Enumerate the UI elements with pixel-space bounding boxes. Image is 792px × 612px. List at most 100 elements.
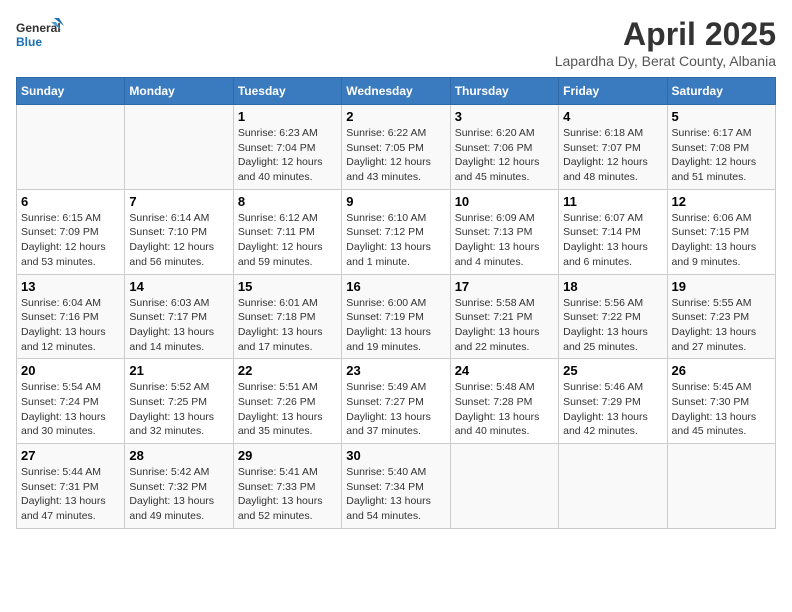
logo-svg: General Blue xyxy=(16,16,66,58)
day-number: 16 xyxy=(346,279,445,294)
day-info: Sunrise: 5:40 AMSunset: 7:34 PMDaylight:… xyxy=(346,465,445,524)
calendar-cell xyxy=(450,444,558,529)
calendar-weekday-header: Monday xyxy=(125,78,233,105)
calendar-cell: 16 Sunrise: 6:00 AMSunset: 7:19 PMDayligh… xyxy=(342,274,450,359)
calendar-cell: 15 Sunrise: 6:01 AMSunset: 7:18 PMDayligh… xyxy=(233,274,341,359)
day-number: 17 xyxy=(455,279,554,294)
day-number: 1 xyxy=(238,109,337,124)
day-info: Sunrise: 6:20 AMSunset: 7:06 PMDaylight:… xyxy=(455,126,554,185)
logo: General Blue xyxy=(16,16,66,58)
calendar-cell: 27 Sunrise: 5:44 AMSunset: 7:31 PMDayligh… xyxy=(17,444,125,529)
calendar-cell: 10 Sunrise: 6:09 AMSunset: 7:13 PMDayligh… xyxy=(450,189,558,274)
calendar-weekday-header: Tuesday xyxy=(233,78,341,105)
day-info: Sunrise: 5:49 AMSunset: 7:27 PMDaylight:… xyxy=(346,380,445,439)
day-info: Sunrise: 6:10 AMSunset: 7:12 PMDaylight:… xyxy=(346,211,445,270)
day-info: Sunrise: 5:41 AMSunset: 7:33 PMDaylight:… xyxy=(238,465,337,524)
calendar-cell: 22Sunrise: 5:51 AMSunset: 7:26 PMDayligh… xyxy=(233,359,341,444)
calendar-header-row: SundayMondayTuesdayWednesdayThursdayFrid… xyxy=(17,78,776,105)
day-number: 13 xyxy=(21,279,120,294)
day-info: Sunrise: 6:12 AMSunset: 7:11 PMDaylight:… xyxy=(238,211,337,270)
calendar-cell xyxy=(17,105,125,190)
calendar-cell: 3 Sunrise: 6:20 AMSunset: 7:06 PMDaylight… xyxy=(450,105,558,190)
calendar-cell: 26 Sunrise: 5:45 AMSunset: 7:30 PMDayligh… xyxy=(667,359,775,444)
day-info: Sunrise: 6:04 AMSunset: 7:16 PMDaylight:… xyxy=(21,296,120,355)
calendar-cell: 1 Sunrise: 6:23 AMSunset: 7:04 PMDaylight… xyxy=(233,105,341,190)
day-info: Sunrise: 6:00 AMSunset: 7:19 PMDaylight:… xyxy=(346,296,445,355)
calendar-cell: 30 Sunrise: 5:40 AMSunset: 7:34 PMDayligh… xyxy=(342,444,450,529)
calendar-cell xyxy=(667,444,775,529)
calendar-weekday-header: Sunday xyxy=(17,78,125,105)
day-info: Sunrise: 6:09 AMSunset: 7:13 PMDaylight:… xyxy=(455,211,554,270)
calendar-cell: 29 Sunrise: 5:41 AMSunset: 7:33 PMDayligh… xyxy=(233,444,341,529)
location-title: Lapardha Dy, Berat County, Albania xyxy=(555,53,776,69)
day-number: 28 xyxy=(129,448,228,463)
day-info: Sunrise: 6:03 AMSunset: 7:17 PMDaylight:… xyxy=(129,296,228,355)
calendar-cell: 13 Sunrise: 6:04 AMSunset: 7:16 PMDayligh… xyxy=(17,274,125,359)
day-info: Sunrise: 6:07 AMSunset: 7:14 PMDaylight:… xyxy=(563,211,662,270)
calendar-weekday-header: Saturday xyxy=(667,78,775,105)
day-number: 22 xyxy=(238,363,337,378)
calendar-cell: 9 Sunrise: 6:10 AMSunset: 7:12 PMDaylight… xyxy=(342,189,450,274)
calendar-cell: 8 Sunrise: 6:12 AMSunset: 7:11 PMDaylight… xyxy=(233,189,341,274)
day-info: Sunrise: 6:23 AMSunset: 7:04 PMDaylight:… xyxy=(238,126,337,185)
day-number: 10 xyxy=(455,194,554,209)
calendar-cell: 14 Sunrise: 6:03 AMSunset: 7:17 PMDayligh… xyxy=(125,274,233,359)
day-number: 4 xyxy=(563,109,662,124)
day-number: 24 xyxy=(455,363,554,378)
day-info: Sunrise: 5:58 AMSunset: 7:21 PMDaylight:… xyxy=(455,296,554,355)
calendar-cell: 28 Sunrise: 5:42 AMSunset: 7:32 PMDayligh… xyxy=(125,444,233,529)
day-number: 20 xyxy=(21,363,120,378)
day-info: Sunrise: 5:44 AMSunset: 7:31 PMDaylight:… xyxy=(21,465,120,524)
day-number: 9 xyxy=(346,194,445,209)
day-info: Sunrise: 5:48 AMSunset: 7:28 PMDaylight:… xyxy=(455,380,554,439)
day-number: 19 xyxy=(672,279,771,294)
day-number: 14 xyxy=(129,279,228,294)
day-info: Sunrise: 6:18 AMSunset: 7:07 PMDaylight:… xyxy=(563,126,662,185)
day-number: 25 xyxy=(563,363,662,378)
day-number: 6 xyxy=(21,194,120,209)
calendar-cell: 20Sunrise: 5:54 AMSunset: 7:24 PMDayligh… xyxy=(17,359,125,444)
calendar-cell: 12Sunrise: 6:06 AMSunset: 7:15 PMDayligh… xyxy=(667,189,775,274)
calendar-week-row: 27 Sunrise: 5:44 AMSunset: 7:31 PMDayligh… xyxy=(17,444,776,529)
page-header: General Blue April 2025 Lapardha Dy, Ber… xyxy=(16,16,776,69)
day-number: 8 xyxy=(238,194,337,209)
calendar-cell: 7Sunrise: 6:14 AMSunset: 7:10 PMDaylight… xyxy=(125,189,233,274)
month-title: April 2025 xyxy=(555,16,776,53)
day-number: 3 xyxy=(455,109,554,124)
day-number: 2 xyxy=(346,109,445,124)
calendar-cell: 6Sunrise: 6:15 AMSunset: 7:09 PMDaylight… xyxy=(17,189,125,274)
day-number: 18 xyxy=(563,279,662,294)
calendar-week-row: 20Sunrise: 5:54 AMSunset: 7:24 PMDayligh… xyxy=(17,359,776,444)
day-info: Sunrise: 5:46 AMSunset: 7:29 PMDaylight:… xyxy=(563,380,662,439)
day-number: 21 xyxy=(129,363,228,378)
calendar-weekday-header: Thursday xyxy=(450,78,558,105)
day-number: 23 xyxy=(346,363,445,378)
day-info: Sunrise: 5:45 AMSunset: 7:30 PMDaylight:… xyxy=(672,380,771,439)
day-info: Sunrise: 5:52 AMSunset: 7:25 PMDaylight:… xyxy=(129,380,228,439)
day-info: Sunrise: 5:55 AMSunset: 7:23 PMDaylight:… xyxy=(672,296,771,355)
day-number: 30 xyxy=(346,448,445,463)
calendar-week-row: 13 Sunrise: 6:04 AMSunset: 7:16 PMDayligh… xyxy=(17,274,776,359)
svg-text:Blue: Blue xyxy=(16,35,42,49)
calendar-table: SundayMondayTuesdayWednesdayThursdayFrid… xyxy=(16,77,776,529)
day-info: Sunrise: 6:01 AMSunset: 7:18 PMDaylight:… xyxy=(238,296,337,355)
day-number: 29 xyxy=(238,448,337,463)
day-number: 15 xyxy=(238,279,337,294)
calendar-weekday-header: Wednesday xyxy=(342,78,450,105)
calendar-cell: 4 Sunrise: 6:18 AMSunset: 7:07 PMDaylight… xyxy=(559,105,667,190)
day-number: 27 xyxy=(21,448,120,463)
day-info: Sunrise: 6:14 AMSunset: 7:10 PMDaylight:… xyxy=(129,211,228,270)
calendar-cell: 17 Sunrise: 5:58 AMSunset: 7:21 PMDayligh… xyxy=(450,274,558,359)
title-block: April 2025 Lapardha Dy, Berat County, Al… xyxy=(555,16,776,69)
calendar-cell: 11 Sunrise: 6:07 AMSunset: 7:14 PMDayligh… xyxy=(559,189,667,274)
day-info: Sunrise: 5:42 AMSunset: 7:32 PMDaylight:… xyxy=(129,465,228,524)
day-number: 11 xyxy=(563,194,662,209)
calendar-cell xyxy=(559,444,667,529)
day-info: Sunrise: 6:22 AMSunset: 7:05 PMDaylight:… xyxy=(346,126,445,185)
calendar-cell: 2 Sunrise: 6:22 AMSunset: 7:05 PMDaylight… xyxy=(342,105,450,190)
day-number: 26 xyxy=(672,363,771,378)
calendar-cell: 24 Sunrise: 5:48 AMSunset: 7:28 PMDayligh… xyxy=(450,359,558,444)
calendar-week-row: 1 Sunrise: 6:23 AMSunset: 7:04 PMDaylight… xyxy=(17,105,776,190)
calendar-weekday-header: Friday xyxy=(559,78,667,105)
calendar-cell: 5Sunrise: 6:17 AMSunset: 7:08 PMDaylight… xyxy=(667,105,775,190)
